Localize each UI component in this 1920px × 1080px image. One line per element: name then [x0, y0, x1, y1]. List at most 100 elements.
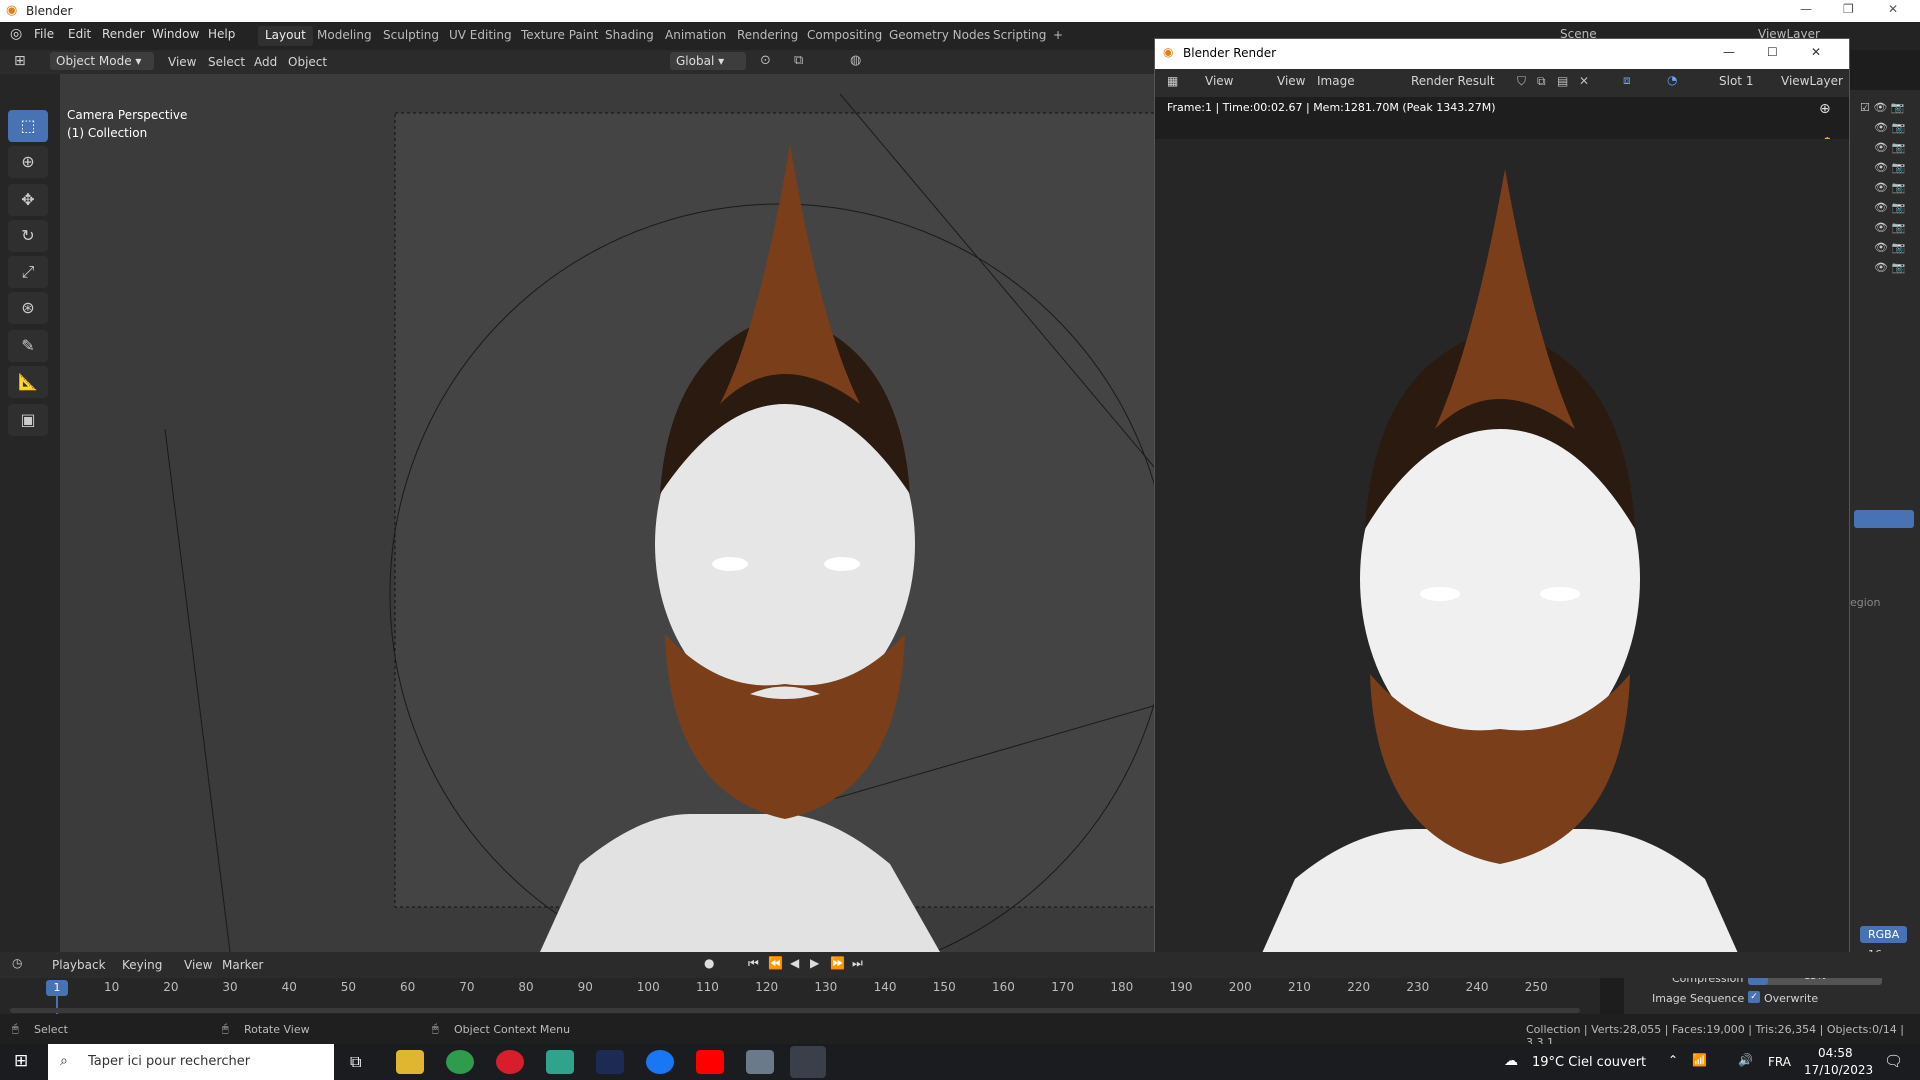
render-view2-menu[interactable]: View [1277, 74, 1305, 88]
play-icon[interactable]: ▶ [810, 956, 819, 970]
3d-viewport[interactable] [60, 74, 1160, 952]
fake-user-icon[interactable]: ⛉ [1517, 74, 1526, 89]
color-format-rgba[interactable]: RGBA [1860, 926, 1908, 943]
add-workspace-button[interactable]: + [1046, 26, 1070, 46]
menu-edit[interactable]: Edit [68, 27, 91, 41]
m-app-icon[interactable] [546, 1050, 574, 1074]
opera-icon[interactable] [496, 1050, 524, 1074]
network-icon[interactable]: 📶 [1692, 1053, 1707, 1067]
tab-sculpting[interactable]: Sculpting [376, 26, 446, 46]
app-icon[interactable] [746, 1050, 774, 1074]
close-icon[interactable]: ✕ [1888, 2, 1898, 16]
current-frame-indicator[interactable]: 1 [46, 980, 68, 996]
weather-icon[interactable]: ☁ [1504, 1053, 1518, 1069]
orientation-dropdown[interactable]: Global ▾ [670, 52, 746, 70]
tab-scripting[interactable]: Scripting [986, 26, 1053, 46]
transform-icon[interactable]: ⊛ [8, 292, 48, 324]
move-icon[interactable]: ✥ [8, 184, 48, 216]
timeline-view-menu[interactable]: View [184, 958, 212, 972]
language-indicator[interactable]: FRA [1768, 1055, 1791, 1069]
select-box-icon[interactable]: ⬚ [8, 110, 48, 142]
measure-icon[interactable]: 📐 [8, 366, 48, 398]
render-window[interactable]: ◉ Blender Render — ☐ ✕ ▦ View View Image… [1154, 38, 1850, 969]
overwrite-checkbox[interactable]: ✓ [1748, 991, 1760, 1003]
playback-menu[interactable]: Playback [52, 958, 106, 972]
rotate-icon[interactable]: ↻ [8, 220, 48, 252]
minimize-icon[interactable]: — [1800, 2, 1812, 16]
render-view-menu[interactable]: View [1205, 74, 1233, 88]
tab-texture-paint[interactable]: Texture Paint [514, 26, 605, 46]
task-view-icon[interactable]: ⧉ [350, 1052, 361, 1072]
menu-window[interactable]: Window [152, 27, 199, 41]
tray-chevron-icon[interactable]: ⌃ [1668, 1053, 1678, 1067]
menu-render[interactable]: Render [102, 27, 145, 41]
render-image-menu[interactable]: Image [1317, 74, 1355, 88]
render-minimize-icon[interactable]: — [1723, 45, 1735, 59]
tab-uv-editing[interactable]: UV Editing [442, 26, 519, 46]
blender-menu-icon[interactable]: ◎ [10, 26, 22, 42]
menu-select[interactable]: Select [208, 55, 245, 69]
menu-view[interactable]: View [168, 55, 196, 69]
restore-icon[interactable]: ❐ [1843, 2, 1854, 16]
image-editor-type-icon[interactable]: ▦ [1167, 74, 1178, 88]
play-reverse-icon[interactable]: ◀ [790, 956, 799, 970]
marker-menu[interactable]: Marker [222, 958, 263, 972]
add-cube-icon[interactable]: ▣ [8, 404, 48, 436]
windows-start-icon[interactable]: ⊞ [14, 1051, 28, 1071]
cursor-icon[interactable]: ⊕ [8, 146, 48, 178]
timeline-editor-icon[interactable]: ◷ [12, 956, 22, 970]
render-result-image[interactable] [1155, 139, 1849, 969]
outliner-visibility-column[interactable]: ☑ 👁 📷 👁 📷 👁 📷 👁 📷 👁 📷 👁 📷 👁 📷 👁 📷 👁 📷 [1860, 98, 1905, 278]
render-window-titlebar[interactable]: ◉ Blender Render — ☐ ✕ [1155, 39, 1849, 69]
tab-rendering[interactable]: Rendering [730, 26, 805, 46]
next-key-icon[interactable]: ⏩ [830, 956, 845, 970]
render-slot-dropdown[interactable]: Slot 1 [1719, 74, 1753, 88]
timeline-scrollbar[interactable] [10, 1008, 1580, 1013]
blender-taskbar-icon[interactable] [790, 1046, 826, 1078]
tab-compositing[interactable]: Compositing [800, 26, 889, 46]
youtube-icon[interactable] [696, 1050, 724, 1074]
record-icon[interactable]: ● [704, 956, 714, 970]
scale-icon[interactable]: ⤢ [8, 256, 48, 288]
clock-date[interactable]: 17/10/2023 [1804, 1063, 1873, 1077]
menu-object[interactable]: Object [288, 55, 327, 69]
chrome-icon[interactable] [446, 1050, 474, 1074]
overlay-icon[interactable]: ◔ [1667, 73, 1677, 87]
render-result-field[interactable]: Render Result [1411, 74, 1495, 88]
tab-shading[interactable]: Shading [598, 26, 661, 46]
pivot-icon[interactable]: ⊙ [760, 53, 771, 68]
open-image-icon[interactable]: ▤ [1557, 74, 1568, 88]
tab-modeling[interactable]: Modeling [310, 26, 379, 46]
render-maximize-icon[interactable]: ☐ [1767, 45, 1778, 59]
annotate-icon[interactable]: ✎ [8, 330, 48, 362]
menu-help[interactable]: Help [208, 27, 235, 41]
facebook-icon[interactable] [646, 1050, 674, 1074]
snap-icon[interactable]: ⧉ [794, 53, 803, 68]
new-image-icon[interactable]: ⧉ [1537, 74, 1546, 89]
clock-time[interactable]: 04:58 [1818, 1046, 1853, 1060]
file-explorer-icon[interactable] [396, 1050, 424, 1074]
photoshop-icon[interactable] [596, 1050, 624, 1074]
menu-file[interactable]: File [34, 27, 54, 41]
volume-icon[interactable]: 🔊 [1738, 1053, 1753, 1067]
timeline-ruler[interactable]: 1 10 20 30 40 50 60 70 80 90 100 110 120 130 140 150 16… [0, 978, 1600, 1014]
jump-start-icon[interactable]: ⏮ [748, 956, 759, 971]
render-viewlayer-dropdown[interactable]: ViewLayer [1781, 74, 1843, 88]
tab-layout[interactable]: Layout [258, 26, 313, 46]
weather-text[interactable]: 19°C Ciel couvert [1532, 1055, 1646, 1070]
zoom-icon[interactable]: ⊕ [1819, 101, 1831, 117]
proportional-edit-icon[interactable]: ◍ [850, 53, 861, 68]
keying-menu[interactable]: Keying [122, 958, 162, 972]
menu-add[interactable]: Add [254, 55, 277, 69]
taskbar-search-box[interactable]: ⌕ Taper ici pour rechercher [48, 1044, 334, 1080]
tab-animation[interactable]: Animation [658, 26, 733, 46]
prev-key-icon[interactable]: ⏪ [768, 956, 783, 970]
jump-end-icon[interactable]: ⏭ [852, 956, 863, 971]
selected-property-row[interactable] [1854, 510, 1914, 528]
tab-geometry-nodes[interactable]: Geometry Nodes [882, 26, 997, 46]
gizmo-icon[interactable]: ⧈ [1623, 73, 1631, 88]
unlink-image-icon[interactable]: ✕ [1579, 74, 1589, 88]
notification-icon[interactable]: 🗨 [1884, 1052, 1903, 1070]
render-close-icon[interactable]: ✕ [1811, 45, 1821, 59]
editor-type-icon[interactable]: ⊞ [14, 53, 26, 69]
